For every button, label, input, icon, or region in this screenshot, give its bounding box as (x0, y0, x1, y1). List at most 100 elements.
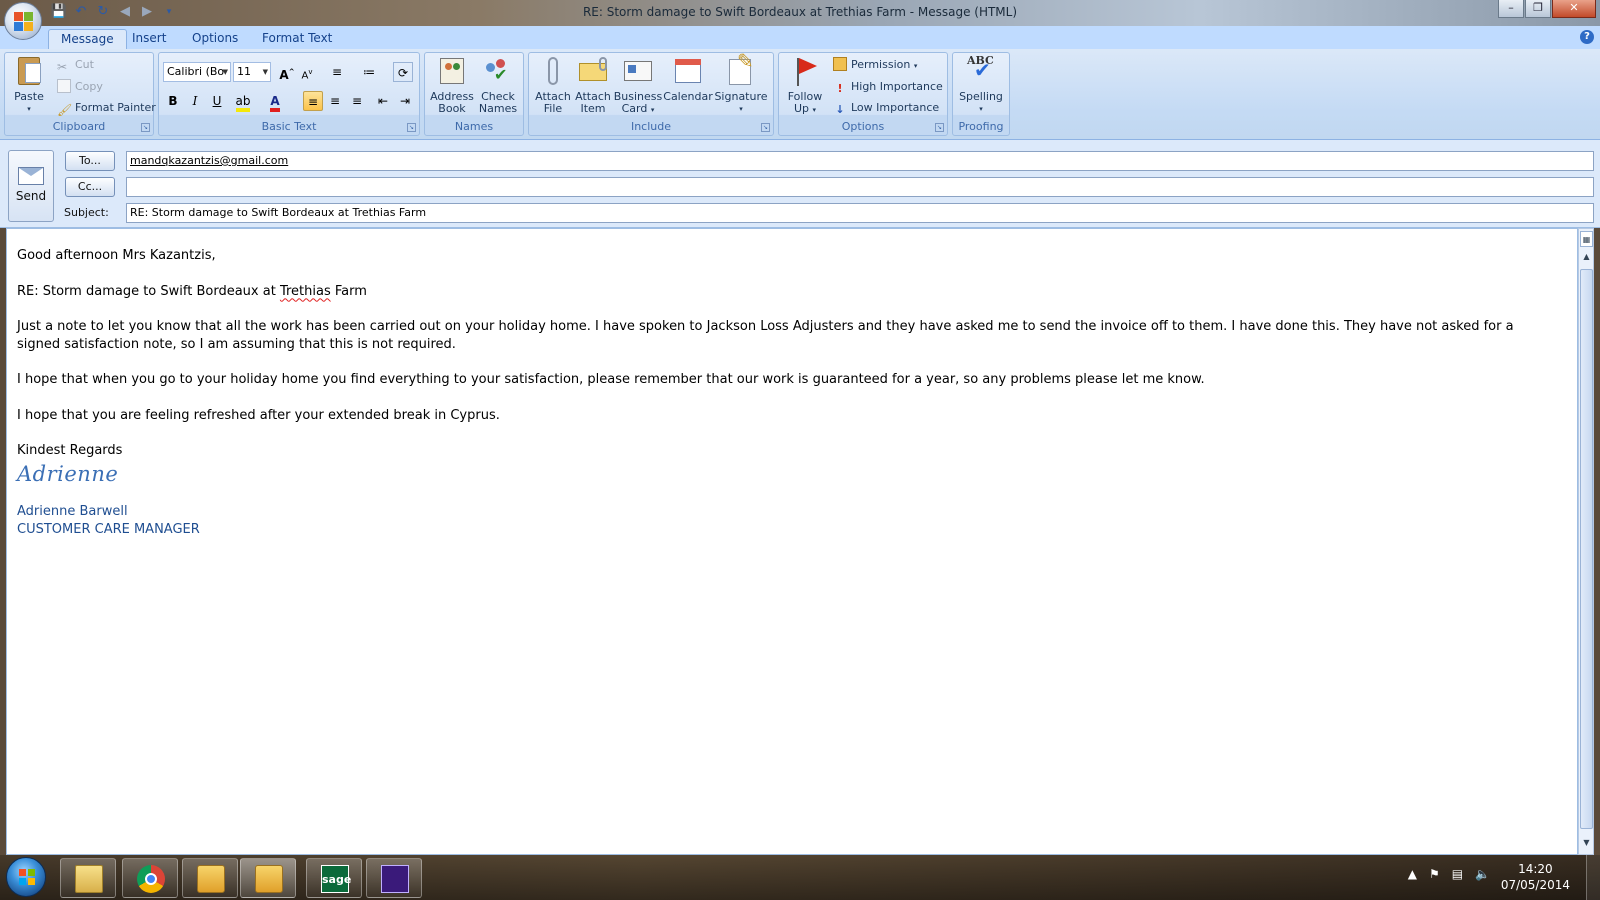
subject-field[interactable]: RE: Storm damage to Swift Bordeaux at Tr… (126, 203, 1594, 223)
action-center-flag-icon[interactable]: ⚑ (1429, 867, 1440, 881)
scroll-thumb[interactable] (1580, 269, 1593, 829)
message-text[interactable]: Good afternoon Mrs Kazantzis, RE: Storm … (17, 247, 1557, 538)
taskbar-clock[interactable]: 14:20 07/05/2014 (1501, 861, 1570, 893)
underline-button[interactable]: U (207, 91, 227, 111)
tab-message[interactable]: Message (48, 29, 127, 49)
title-bar: 💾 ↶ ↻ ◀ ▶ ▾ RE: Storm damage to Swift Bo… (0, 0, 1600, 26)
check-names-button[interactable]: ✔ Check Names (475, 55, 521, 115)
align-right-button[interactable]: ≡ (347, 91, 367, 111)
grow-font-button[interactable]: A^ (277, 62, 297, 82)
office-button[interactable] (4, 2, 42, 40)
clear-formatting-icon[interactable]: ⟳ (393, 62, 413, 82)
copy-icon (57, 79, 71, 93)
help-icon[interactable]: ? (1580, 30, 1594, 44)
font-size-combo[interactable]: 11 ▼ (233, 62, 271, 82)
basic-text-dialog-launcher-icon[interactable]: ↘ (407, 123, 416, 132)
attach-file-button[interactable]: Attach File (533, 55, 573, 115)
scroll-down-icon[interactable]: ▼ (1580, 835, 1593, 851)
to-button[interactable]: To... (65, 151, 115, 171)
names-group: Address Book ✔ Check Names Names (424, 52, 524, 136)
signature-name: Adrienne Barwell (17, 504, 128, 519)
include-dialog-launcher-icon[interactable]: ↘ (761, 123, 770, 132)
taskbar-explorer[interactable] (60, 858, 116, 898)
taskbar-chrome[interactable] (122, 858, 178, 898)
tab-options[interactable]: Options (180, 29, 250, 49)
ruler-toggle-icon[interactable]: ▦ (1580, 231, 1593, 247)
tab-format-text[interactable]: Format Text (250, 29, 344, 49)
increase-indent-button[interactable]: ⇥ (395, 91, 415, 111)
paste-icon (13, 55, 45, 87)
copy-button[interactable]: Copy (57, 77, 103, 97)
font-name-combo[interactable]: Calibri (Bo ▼ (163, 62, 231, 82)
address-book-button[interactable]: Address Book (429, 55, 475, 115)
outlook-message-icon (255, 865, 283, 893)
check-names-icon: ✔ (482, 55, 514, 87)
taskbar-outlook-1[interactable] (182, 858, 238, 898)
minimize-button[interactable]: – (1498, 0, 1524, 18)
cc-field[interactable] (126, 177, 1594, 197)
align-center-button[interactable]: ≡ (325, 91, 345, 111)
tab-insert[interactable]: Insert (120, 29, 178, 49)
office-logo-icon (14, 12, 34, 32)
high-importance-button[interactable]: ! High Importance (833, 77, 942, 97)
clipboard-dialog-launcher-icon[interactable]: ↘ (141, 123, 150, 132)
volume-icon[interactable]: 🔈 (1475, 867, 1490, 881)
signature-title: CUSTOMER CARE MANAGER (17, 521, 200, 537)
sage-icon: sage (321, 865, 351, 893)
basic-text-group-label: Basic Text (261, 120, 317, 133)
ribbon-tabs: Message Insert Options Format Text ? (0, 26, 1600, 49)
cut-button[interactable]: ✂ Cut (57, 55, 94, 75)
font-color-icon[interactable]: A (265, 91, 285, 112)
attach-item-button[interactable]: Attach Item (573, 55, 613, 115)
chrome-icon (137, 865, 165, 893)
format-painter-button[interactable]: 🖌 Format Painter (57, 98, 156, 118)
show-hidden-icons-icon[interactable]: ▲ (1408, 867, 1417, 881)
envelope-icon (577, 55, 609, 87)
italic-button[interactable]: I (185, 91, 205, 111)
bullets-button[interactable]: ≡ (327, 62, 347, 82)
cc-button[interactable]: Cc... (65, 177, 115, 197)
dropdown-arrow-icon: ▼ (222, 68, 228, 76)
outlook-icon (197, 865, 225, 893)
scissors-icon: ✂ (57, 60, 68, 74)
bold-button[interactable]: B (163, 91, 183, 111)
clipboard-group: Paste ▾ ✂ Cut Copy 🖌 Format Painter Clipbo… (4, 52, 156, 136)
names-group-label: Names (454, 120, 494, 133)
signature-pen-icon: ✎ (725, 51, 757, 87)
start-button[interactable] (6, 857, 46, 897)
shrink-font-button[interactable]: Av (297, 62, 317, 82)
permission-button[interactable]: Permission ▾ (833, 55, 917, 75)
close-button[interactable]: ✕ (1552, 0, 1596, 18)
address-book-icon (436, 55, 468, 87)
send-button[interactable]: Send (8, 150, 54, 222)
permission-icon (833, 57, 847, 71)
show-desktop-button[interactable] (1586, 855, 1600, 900)
paste-button[interactable]: Paste ▾ (9, 55, 49, 115)
numbering-button[interactable]: ≔ (359, 62, 379, 82)
follow-up-button[interactable]: Follow Up ▾ (783, 55, 827, 116)
message-body[interactable]: Good afternoon Mrs Kazantzis, RE: Storm … (6, 228, 1578, 855)
low-importance-button[interactable]: ↓ Low Importance (833, 98, 939, 118)
taskbar-outlook-2[interactable] (240, 858, 296, 898)
align-left-button[interactable]: ≡ (303, 91, 323, 111)
calendar-button[interactable]: Calendar (663, 55, 713, 103)
restore-button[interactable]: ❐ (1525, 0, 1551, 18)
taskbar-sage[interactable]: sage (306, 858, 362, 898)
include-group-label: Include (630, 120, 672, 133)
proofing-group: ABC ✔ Spelling ▾ Proofing (952, 52, 1010, 136)
network-icon[interactable]: ▤ (1452, 867, 1463, 881)
paperclip-icon (537, 55, 569, 87)
taskbar: sage ▲ ⚑ ▤ 🔈 14:20 07/05/2014 (0, 855, 1600, 900)
decrease-indent-button[interactable]: ⇤ (373, 91, 393, 111)
clipboard-group-label: Clipboard (52, 120, 106, 133)
scroll-up-icon[interactable]: ▲ (1580, 249, 1593, 265)
vertical-scrollbar[interactable]: ▦ ▲ ▼ (1578, 228, 1594, 855)
to-field[interactable]: mandqkazantzis@gmail.com (126, 151, 1594, 171)
business-card-button[interactable]: Business Card ▾ (613, 55, 663, 116)
highlight-icon[interactable]: ab (233, 91, 253, 112)
signature-script: Adrienne (17, 461, 119, 486)
spelling-button[interactable]: ABC ✔ Spelling ▾ (955, 55, 1007, 115)
taskbar-app-grid[interactable] (366, 858, 422, 898)
options-dialog-launcher-icon[interactable]: ↘ (935, 123, 944, 132)
signature-button[interactable]: ✎ Signature ▾ (713, 51, 769, 115)
